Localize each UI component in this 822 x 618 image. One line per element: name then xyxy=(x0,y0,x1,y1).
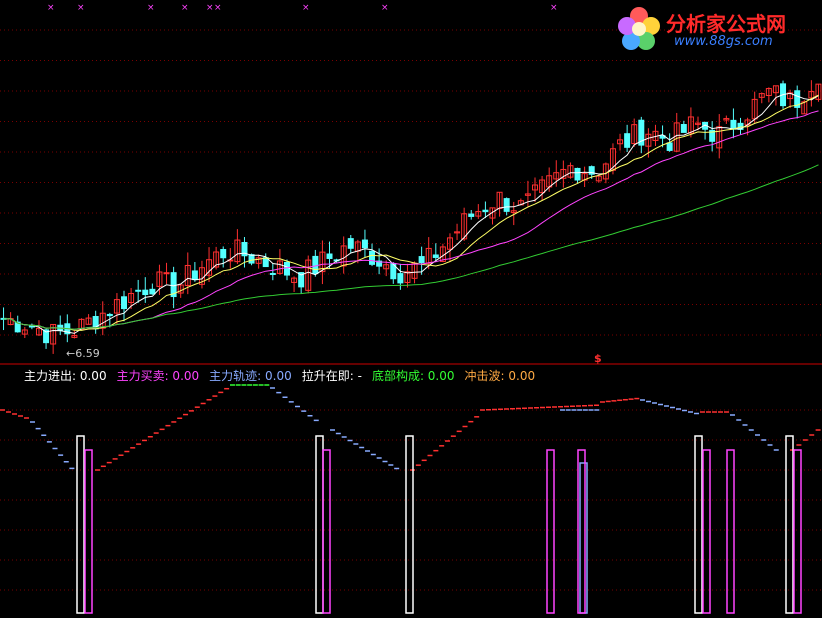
logo-url: www.88gs.com xyxy=(674,34,773,49)
flower-logo-icon xyxy=(618,7,660,50)
indicator-bar xyxy=(405,435,414,614)
candle-down xyxy=(135,289,142,292)
candle-down xyxy=(191,270,198,281)
candle-down xyxy=(666,142,673,151)
low-price-label: ←6.59 xyxy=(66,347,100,360)
site-logo: 分析家公式网 www.88gs.com xyxy=(614,4,814,54)
x-mark-icon: × xyxy=(206,3,214,13)
candle-down xyxy=(369,250,376,265)
candle-down xyxy=(106,313,113,317)
indicator-legend: 主力进出: 0.00 主力买卖: 0.00 主力轨迹: 0.00 拉升在即: -… xyxy=(24,367,535,383)
legend-item-main-trade: 主力买卖: 0.00 xyxy=(116,369,200,383)
x-mark-icon: × xyxy=(147,3,155,13)
candle-down xyxy=(503,198,510,212)
candle-down xyxy=(326,253,333,259)
candle-down xyxy=(482,209,489,213)
x-mark-icon: × xyxy=(302,3,310,13)
x-mark-icon: × xyxy=(214,3,222,13)
x-mark-icon: × xyxy=(381,3,389,13)
candle-down xyxy=(361,239,368,249)
candle-down xyxy=(624,133,631,148)
indicator-bar xyxy=(694,435,703,614)
candle-down xyxy=(347,238,354,249)
candle-down xyxy=(468,213,475,217)
legend-item-rally-soon: 拉升在即: - xyxy=(301,369,362,383)
x-mark-icon: × xyxy=(181,3,189,13)
indicator-bar xyxy=(785,435,794,614)
indicator-bar xyxy=(579,462,588,614)
legend-item-main-track: 主力轨迹: 0.00 xyxy=(209,369,292,383)
indicator-bar xyxy=(702,449,711,614)
x-mark-icon: × xyxy=(77,3,85,13)
candle-down xyxy=(149,288,156,295)
indicator-bar xyxy=(76,435,85,614)
candle-down xyxy=(432,254,439,258)
legend-item-main-flow: 主力进出: 0.00 xyxy=(24,369,107,383)
x-mark-icon: × xyxy=(550,3,558,13)
candle-down xyxy=(312,255,319,275)
candle-down xyxy=(283,261,290,276)
candle-down xyxy=(220,249,227,259)
logo-title: 分析家公式网 xyxy=(666,12,786,36)
indicator-bar xyxy=(84,449,93,614)
legend-item-bottom: 底部构成: 0.00 xyxy=(371,369,455,383)
candle-down xyxy=(142,289,149,296)
candle-down xyxy=(121,296,128,310)
candle-down xyxy=(574,167,581,181)
candle-down xyxy=(269,272,276,275)
indicator-bar xyxy=(315,435,324,614)
indicator-bar xyxy=(322,449,331,614)
x-mark-icon: × xyxy=(47,3,55,13)
candle-down xyxy=(418,256,425,264)
indicator-bar xyxy=(726,449,735,614)
candle-down xyxy=(730,119,737,130)
indicator-bar xyxy=(577,449,586,614)
candle-down xyxy=(397,273,404,284)
indicator-bar xyxy=(793,449,802,614)
indicator-bar xyxy=(546,449,555,614)
legend-item-shockwave: 冲击波: 0.00 xyxy=(464,369,536,383)
candle-down xyxy=(248,254,255,264)
signal-mark: $ xyxy=(594,352,602,365)
candle-down xyxy=(680,124,687,133)
stock-chart: × × × × × × × × × xyxy=(0,3,822,614)
